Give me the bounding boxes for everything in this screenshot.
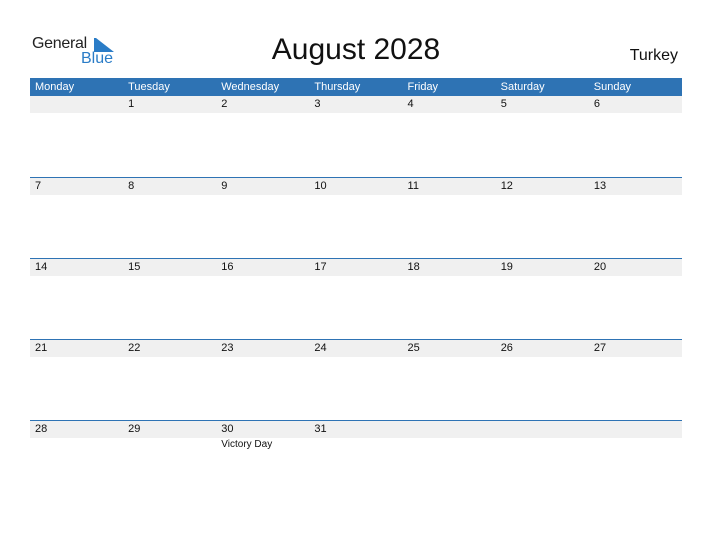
day-number: 14 <box>35 261 48 273</box>
day-cell: 22 <box>123 340 216 420</box>
day-cell: 3 <box>309 96 402 176</box>
day-cell <box>403 421 496 501</box>
day-number: 13 <box>593 180 607 192</box>
day-number: 18 <box>407 261 420 273</box>
week-row: 7 8 9 10 11 12 13 <box>30 177 682 258</box>
day-cell: 19 <box>496 259 589 339</box>
weekday-wednesday: Wednesday <box>221 81 280 93</box>
weekday-monday: Monday <box>35 81 75 93</box>
week-row: 1 2 3 4 5 6 <box>30 96 682 176</box>
day-cell: 2 <box>216 96 309 176</box>
day-cell: 29 <box>123 421 216 501</box>
day-cell: 13 <box>589 178 682 258</box>
day-number: 3 <box>314 98 321 110</box>
weekday-header: Monday Tuesday Wednesday Thursday Friday… <box>30 78 682 96</box>
day-number: 23 <box>221 342 234 354</box>
day-number: 16 <box>221 261 234 273</box>
day-cell: 27 <box>589 340 682 420</box>
day-cell: 6 <box>589 96 682 176</box>
day-number: 26 <box>500 342 513 354</box>
day-number: 21 <box>35 342 48 354</box>
day-number: 5 <box>500 98 507 110</box>
day-number: 17 <box>314 261 327 273</box>
day-number: 11 <box>407 180 419 192</box>
day-number: 9 <box>221 180 228 192</box>
day-cell: 9 <box>216 178 309 258</box>
day-number: 8 <box>128 180 135 192</box>
day-cell: 31 <box>309 421 402 501</box>
week-row: 28 29 30 Victory Day 31 <box>30 420 682 501</box>
day-cell: 12 <box>496 178 589 258</box>
day-number: 28 <box>35 423 48 435</box>
day-number: 2 <box>221 98 228 110</box>
day-number: 10 <box>314 180 327 192</box>
day-number: 15 <box>128 261 141 273</box>
day-number: 4 <box>407 98 414 110</box>
day-cell: 20 <box>589 259 682 339</box>
day-number: 27 <box>593 342 607 354</box>
day-number: 25 <box>407 342 420 354</box>
day-cell: 7 <box>30 178 123 258</box>
week-row: 21 22 23 24 25 26 27 <box>30 339 682 420</box>
day-cell: 28 <box>30 421 123 501</box>
weekday-thursday: Thursday <box>314 81 361 93</box>
holiday-label: Victory Day <box>221 439 273 450</box>
day-cell <box>589 421 682 501</box>
weekday-sunday: Sunday <box>593 81 632 93</box>
day-cell: 5 <box>496 96 589 176</box>
day-number: 6 <box>593 98 600 110</box>
day-number: 1 <box>128 98 135 110</box>
day-number: 20 <box>593 261 607 273</box>
day-number: 7 <box>35 180 42 192</box>
day-cell: 10 <box>309 178 402 258</box>
day-cell <box>30 96 123 176</box>
day-cell <box>496 421 589 501</box>
weekday-saturday: Saturday <box>500 81 545 93</box>
day-cell: 18 <box>403 259 496 339</box>
day-cell: 21 <box>30 340 123 420</box>
day-number: 24 <box>314 342 327 354</box>
day-cell: 24 <box>309 340 402 420</box>
day-cell: 1 <box>123 96 216 176</box>
day-number: 19 <box>500 261 513 273</box>
calendar-title: August 2028 <box>271 33 441 66</box>
day-cell: 17 <box>309 259 402 339</box>
day-cell: 4 <box>403 96 496 176</box>
day-number: 29 <box>128 423 141 435</box>
day-number: 22 <box>128 342 141 354</box>
weekday-tuesday: Tuesday <box>128 81 170 93</box>
weekday-friday: Friday <box>407 81 439 93</box>
day-number: 31 <box>314 423 327 435</box>
day-cell: 11 <box>403 178 496 258</box>
day-cell: 16 <box>216 259 309 339</box>
day-cell: 14 <box>30 259 123 339</box>
day-cell: 25 <box>403 340 496 420</box>
day-cell: 8 <box>123 178 216 258</box>
day-cell: 23 <box>216 340 309 420</box>
week-row: 14 15 16 17 18 19 20 <box>30 258 682 339</box>
country-label: Turkey <box>629 47 678 64</box>
day-cell: 30 Victory Day <box>216 421 309 501</box>
day-cell: 15 <box>123 259 216 339</box>
day-cell: 26 <box>496 340 589 420</box>
day-number: 12 <box>500 180 513 192</box>
day-number: 30 <box>221 423 234 435</box>
